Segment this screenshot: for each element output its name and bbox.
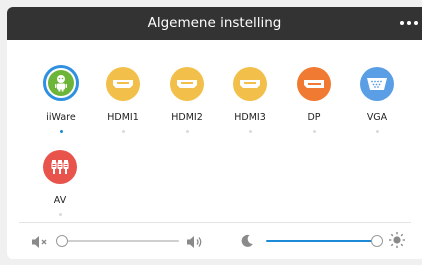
- source-iiware[interactable]: iiWare: [33, 65, 89, 133]
- source-label: iiWare: [46, 112, 76, 123]
- source-av[interactable]: AV: [32, 150, 88, 216]
- sun-icon: [388, 231, 406, 249]
- status-dot: [121, 130, 125, 133]
- status-dot: [58, 213, 62, 216]
- source-label: HDMI2: [171, 112, 203, 123]
- source-vga[interactable]: VGA: [349, 67, 405, 133]
- status-dot: [312, 130, 316, 133]
- android-robot-icon: [43, 65, 79, 101]
- volume-loud-icon: [186, 234, 204, 248]
- vga-port-icon: [360, 67, 394, 101]
- hdmi-port-icon: [233, 67, 267, 101]
- status-dot: [375, 130, 379, 133]
- source-hdmi2[interactable]: HDMI2: [159, 67, 215, 133]
- selected-indicator: [59, 130, 63, 133]
- hdmi-port-icon: [106, 67, 140, 101]
- settings-panel: Algemene instelling iiWare HDMI1 HDMI2 H…: [7, 7, 422, 259]
- source-hdmi1[interactable]: HDMI1: [95, 67, 151, 133]
- status-dot: [248, 130, 252, 133]
- divider: [19, 222, 411, 223]
- source-dp[interactable]: DP: [286, 67, 342, 133]
- volume-slider-track[interactable]: [63, 240, 179, 242]
- source-label: VGA: [366, 112, 388, 123]
- page-title: Algemene instelling: [147, 15, 282, 31]
- hdmi-port-icon: [170, 67, 204, 101]
- displayport-icon: [297, 67, 331, 101]
- status-dot: [185, 130, 189, 133]
- source-label: HDMI1: [107, 112, 139, 123]
- brightness-slider-thumb[interactable]: [371, 235, 383, 247]
- brightness-slider-track[interactable]: [266, 240, 376, 242]
- source-label: AV: [53, 195, 67, 206]
- volume-slider-thumb[interactable]: [56, 235, 68, 247]
- source-label: DP: [307, 112, 321, 123]
- moon-icon: [240, 233, 254, 247]
- title-bar: Algemene instelling: [7, 7, 422, 40]
- source-label: HDMI3: [234, 112, 266, 123]
- more-menu-icon[interactable]: [400, 13, 422, 33]
- volume-mute-icon: [31, 234, 49, 248]
- source-hdmi3[interactable]: HDMI3: [222, 67, 278, 133]
- rca-av-icon: [43, 150, 77, 184]
